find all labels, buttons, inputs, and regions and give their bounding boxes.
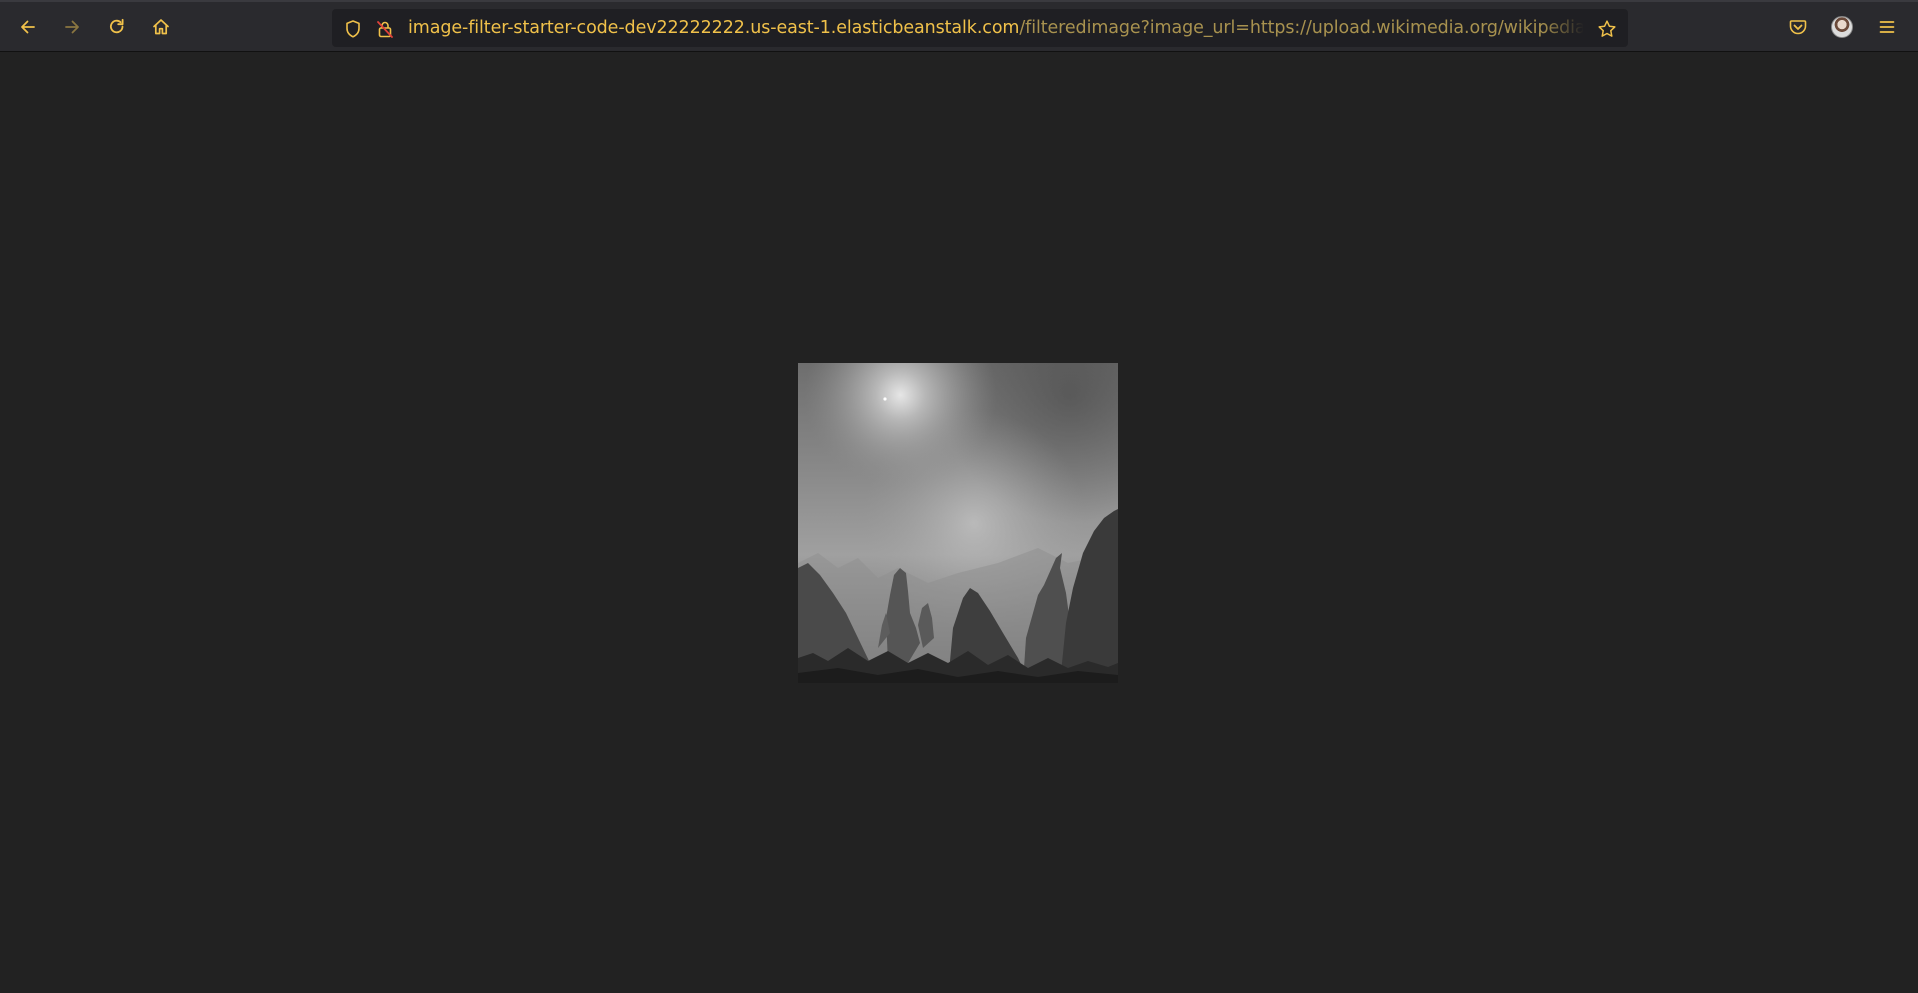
insecure-lock-icon[interactable] <box>374 18 396 40</box>
forward-button[interactable] <box>56 11 88 43</box>
star-icon[interactable] <box>1596 18 1618 40</box>
url-text[interactable]: image-filter-starter-code-dev22222222.us… <box>408 9 1583 47</box>
reload-icon <box>107 17 127 37</box>
url-bar[interactable]: image-filter-starter-code-dev22222222.us… <box>332 9 1628 47</box>
arrow-right-icon <box>62 17 82 37</box>
browser-toolbar: image-filter-starter-code-dev22222222.us… <box>0 0 1918 52</box>
filtered-image[interactable] <box>798 363 1118 683</box>
home-button[interactable] <box>145 11 177 43</box>
avatar <box>1831 16 1853 38</box>
reload-button[interactable] <box>101 11 133 43</box>
arrow-left-icon <box>18 17 38 37</box>
page-content <box>0 52 1918 993</box>
url-fade-overlay <box>1542 13 1584 43</box>
back-button[interactable] <box>12 11 44 43</box>
url-path: /filteredimage?image_url=https://upload.… <box>1019 18 1583 38</box>
pocket-icon <box>1788 17 1808 37</box>
url-host: image-filter-starter-code-dev22222222.us… <box>408 18 1020 38</box>
home-icon <box>151 17 171 37</box>
tracking-shield-icon[interactable] <box>342 18 364 40</box>
hamburger-menu-icon <box>1877 17 1897 37</box>
menu-button[interactable] <box>1871 11 1903 43</box>
grayscale-landscape-image <box>798 363 1118 683</box>
pocket-button[interactable] <box>1782 11 1814 43</box>
account-button[interactable] <box>1826 11 1858 43</box>
